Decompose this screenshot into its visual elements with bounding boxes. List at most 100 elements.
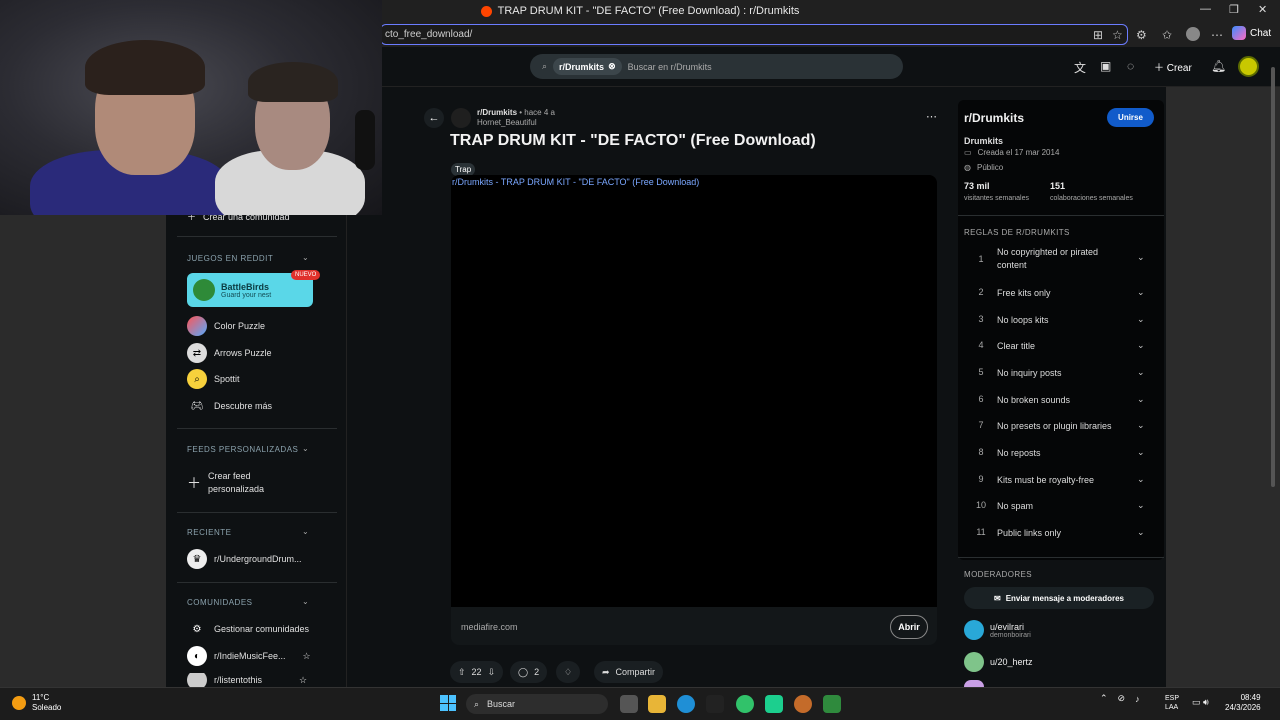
chevron-down-icon[interactable]: ⌄ [1137,394,1145,405]
ads-icon[interactable]: ▣ [1100,59,1111,73]
discover-more-item[interactable]: 🎮︎ Descubre más [187,396,272,416]
chevron-down-icon[interactable]: ⌄ [1137,500,1145,511]
contributions-label: colaboraciones semanales [1050,195,1133,202]
game-item[interactable]: ⇄ Arrows Puzzle [187,343,272,363]
open-link-button[interactable]: Abrir [890,615,928,639]
broken-image-link[interactable]: r/Drumkits - TRAP DRUM KIT - "DE FACTO" … [452,177,699,187]
game-label: Arrows Puzzle [214,348,272,358]
weather-widget[interactable]: 11°C Soleado [12,693,61,713]
battlebirds-icon [193,279,215,301]
join-button[interactable]: Unirse [1107,108,1154,127]
translate-icon[interactable]: 文 [1074,59,1086,76]
comments-button[interactable]: ◯ 2 [510,661,548,683]
feeds-section-header[interactable]: FEEDS PERSONALIZADAS ⌄ [187,444,309,454]
subreddit-link[interactable]: r/Drumkits [477,108,517,117]
post-media[interactable] [451,175,937,607]
profile-icon[interactable] [1186,27,1200,41]
back-arrow-icon[interactable]: ← [424,108,444,128]
start-button[interactable] [440,695,456,711]
create-label: Crear [1166,63,1192,74]
moderator-item[interactable]: u/20_hertz [964,652,1033,672]
notifications-bell-icon[interactable]: 🔔︎ [1211,59,1226,73]
address-bar[interactable]: cto_free_download/ [380,24,1128,45]
chevron-down-icon[interactable]: ⌄ [1137,420,1145,431]
app-icon[interactable] [823,695,841,713]
comment-count: 2 [534,667,540,677]
recent-section-header[interactable]: RECIENTE ⌄ [187,527,309,537]
more-options-icon[interactable]: ⋯ [926,110,937,123]
wifi-volume-icon[interactable]: ▭ 🔊︎ [1192,697,1209,708]
subreddit-avatar[interactable] [451,108,471,128]
message-moderators-button[interactable]: ✉ Enviar mensaje a moderadores [964,587,1154,609]
upvote-icon[interactable]: ⇧ [458,667,466,678]
app-icon[interactable] [706,695,724,713]
game-item[interactable]: Color Puzzle [187,316,265,336]
post-author[interactable]: Hornet_Beautiful [477,118,537,127]
chat-icon[interactable]: ◌ [1127,59,1134,73]
network-icon[interactable]: ⊘ [1118,693,1126,704]
chevron-down-icon[interactable]: ⌄ [1137,447,1145,458]
edge-browser-icon[interactable] [677,695,695,713]
chevron-up-icon[interactable]: ⌃ [1100,693,1108,704]
close-icon[interactable]: ✕ [1258,3,1267,16]
chevron-down-icon[interactable]: ⌄ [1137,314,1145,325]
star-icon[interactable]: ☆ [303,651,311,662]
star-icon[interactable]: ☆ [299,675,307,686]
rule-number: 11 [976,527,986,537]
share-button[interactable]: ➦ Compartir [594,661,664,683]
file-explorer-icon[interactable] [648,695,666,713]
app-icon[interactable] [794,695,812,713]
community-title: Drumkits [964,136,1004,146]
maximize-icon[interactable]: ❐ [1229,3,1239,16]
minimize-icon[interactable]: — [1200,3,1211,15]
language-indicator[interactable]: ESP LAA [1165,694,1179,712]
subreddit-search-chip[interactable]: r/Drumkits ⊗ [553,58,622,75]
scrollbar[interactable] [1270,47,1276,687]
community-item[interactable]: ◐ r/IndieMusicFee... ☆ [187,646,311,666]
post-title: TRAP DRUM KIT - "DE FACTO" (Free Downloa… [450,132,816,149]
favorites-icon[interactable]: ✩ [1162,28,1172,42]
microphone-icon[interactable]: ♪ [1135,694,1140,704]
manage-communities-item[interactable]: ⚙ Gestionar comunidades [187,619,310,639]
games-section-header[interactable]: JUEGOS EN REDDIT ⌄ [187,253,309,263]
webcam-overlay [0,0,382,215]
rule-number: 7 [978,420,984,430]
task-view-icon[interactable] [620,695,638,713]
copilot-chat-button[interactable]: Chat [1232,26,1271,40]
windows-taskbar [0,687,1280,720]
clock[interactable]: 08:49 24/3/2026 [1225,693,1261,713]
award-button[interactable]: ♢ [556,661,581,683]
communities-section-header[interactable]: COMUNIDADES ⌄ [187,597,309,607]
create-feed-item[interactable]: ＋ Crear feed personalizada [187,470,297,496]
app-available-icon[interactable]: ⊞ [1093,28,1103,42]
chevron-down-icon[interactable]: ⌄ [1137,527,1145,538]
downvote-icon[interactable]: ⇩ [488,667,496,678]
search-input[interactable]: ⌕ r/Drumkits ⊗ Buscar en r/Drumkits [530,54,903,79]
chevron-down-icon[interactable]: ⌄ [1137,287,1145,298]
taskbar-search[interactable]: ⌕ Buscar [466,694,608,714]
link-domain[interactable]: mediafire.com [461,622,518,632]
reddit-favicon-icon [480,5,492,17]
chevron-down-icon[interactable]: ⌄ [1137,252,1145,263]
app-icon[interactable] [736,695,754,713]
extensions-icon[interactable]: ⚙ [1136,28,1147,42]
game-label: Spottit [214,374,240,384]
chip-close-icon[interactable]: ⊗ [608,61,616,72]
chevron-down-icon[interactable]: ⌄ [1137,340,1145,351]
moderator-item[interactable]: u/evilrari demonboirari [964,620,1031,640]
rule-text: No loops kits [997,315,1049,325]
community-item[interactable]: r/listentothis ☆ [187,673,307,687]
favorite-star-icon[interactable]: ☆ [1112,28,1123,42]
app-icon[interactable] [765,695,783,713]
scrollbar-thumb[interactable] [1271,67,1275,487]
recent-community-item[interactable]: ♛ r/UndergroundDrum... [187,549,302,569]
game-item[interactable]: ⌕ Spottit [187,369,240,389]
chevron-down-icon[interactable]: ⌄ [1137,367,1145,378]
comment-icon: ◯ [518,666,529,677]
discover-more-label: Descubre más [214,401,273,411]
rule-text: No copyrighted or pirated content [997,247,1099,270]
more-menu-icon[interactable]: ⋯ [1211,28,1223,42]
create-post-button[interactable]: ＋ Crear [1154,59,1192,74]
chevron-down-icon[interactable]: ⌄ [1137,474,1145,485]
user-avatar[interactable] [1238,56,1259,77]
